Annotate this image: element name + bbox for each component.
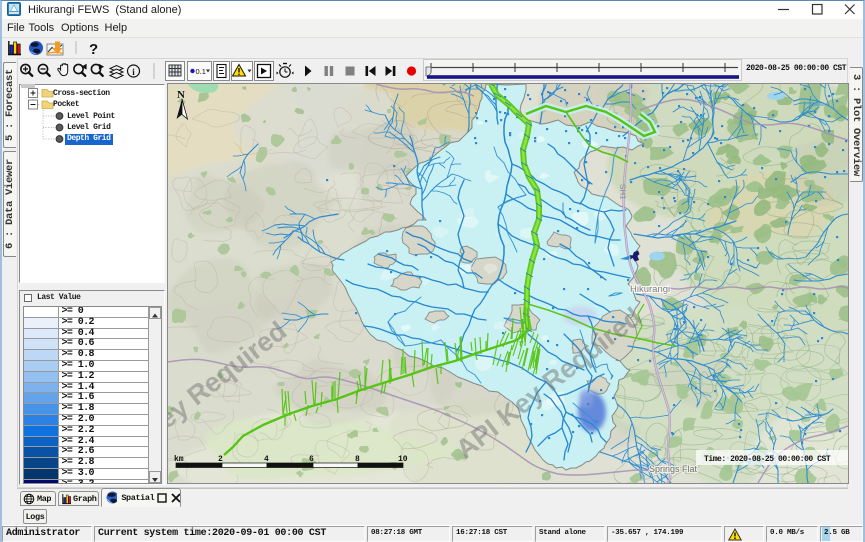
svg-text:0.1: 0.1	[196, 67, 206, 76]
svg-text:Hikurangi: Hikurangi	[630, 284, 670, 295]
svg-text:8: 8	[355, 455, 360, 464]
svg-text:Springs Flat: Springs Flat	[649, 464, 698, 474]
svg-text:i: i	[132, 67, 135, 77]
svg-text:?: ?	[89, 41, 98, 58]
svg-text:N: N	[177, 89, 185, 101]
svg-text:km: km	[174, 455, 184, 464]
svg-text:Time: 2020-08-25 00:00:00 CST: Time: 2020-08-25 00:00:00 CST	[704, 455, 831, 464]
svg-text:SH1: SH1	[618, 184, 628, 200]
svg-text:4: 4	[264, 455, 269, 464]
svg-text:10: 10	[398, 455, 408, 464]
svg-text:6: 6	[309, 455, 314, 464]
svg-text:2: 2	[218, 455, 223, 464]
